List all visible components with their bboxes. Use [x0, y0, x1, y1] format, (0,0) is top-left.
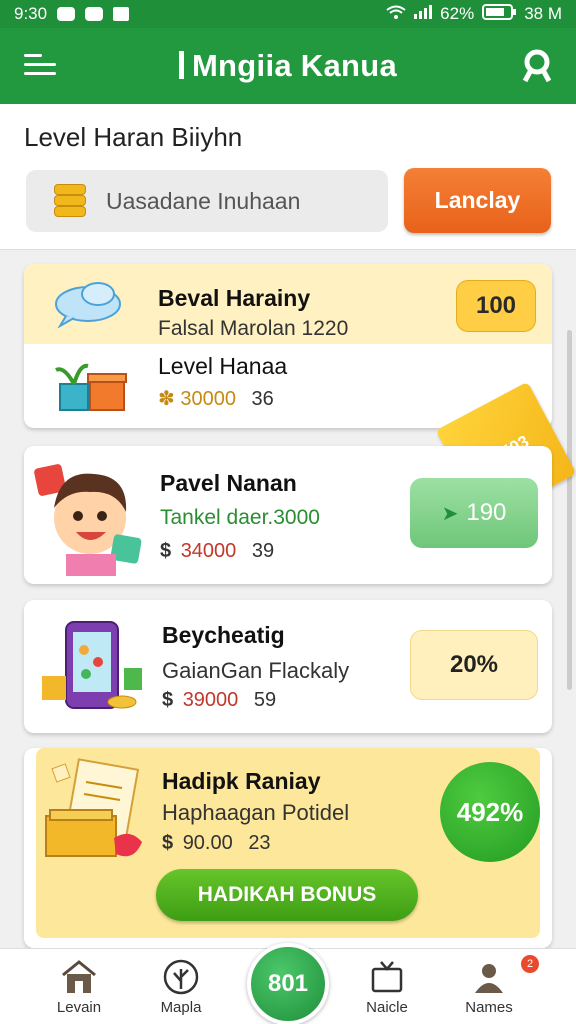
nav-label: Levain	[56, 999, 102, 1016]
mail-icon	[113, 7, 130, 21]
app-bar: Mngiia Kanua	[0, 28, 576, 104]
wifi-icon	[386, 4, 406, 24]
home-icon	[61, 959, 97, 995]
card-badge[interactable]: 100	[456, 280, 536, 332]
card-title: Pavel Nanan	[160, 470, 297, 496]
card-price: 39000	[182, 689, 239, 711]
leaf-icon	[163, 959, 199, 995]
cloud-icon	[52, 276, 124, 333]
dollar-icon: $	[162, 832, 174, 854]
nav-item-naicle[interactable]: Naicle	[342, 959, 432, 1016]
offer-card[interactable]: Pavel Nanan Tankel daer.3000 $ 34000 39 …	[24, 446, 552, 584]
bottom-nav: Levain Mapla 801 Naicle 2 Names	[0, 943, 576, 1024]
card-badge-value: 190	[466, 499, 507, 526]
phone-icon	[38, 616, 144, 721]
person-icon: 2	[471, 955, 539, 995]
card-price-extra: 39	[251, 540, 275, 562]
offer-card[interactable]: Beycheatig GaianGan Flackaly $ 39000 59 …	[24, 600, 552, 733]
user-icon[interactable]	[520, 48, 554, 83]
scrollbar[interactable]	[567, 330, 572, 690]
tv-icon	[369, 959, 405, 995]
signal-icon	[414, 4, 433, 24]
nav-label: Naicle	[366, 999, 408, 1016]
center-action-button[interactable]: 801	[247, 943, 329, 1024]
hamburger-icon[interactable]	[24, 54, 56, 80]
card-line-title: Level Hanaa	[158, 353, 288, 379]
arrow-icon: ➤	[441, 502, 459, 525]
treasure-scroll-icon	[42, 758, 152, 873]
bonus-button[interactable]: HADIKAH BONUS	[156, 869, 418, 921]
nav-label: Names	[465, 999, 513, 1016]
dollar-icon: $	[160, 540, 172, 562]
status-time: 9:30	[14, 4, 48, 23]
card-price: 90.00	[182, 832, 233, 854]
card-title: Beycheatig	[162, 622, 285, 648]
card-price-extra: 59	[253, 689, 277, 711]
kid-avatar-icon	[32, 456, 152, 581]
card-badge[interactable]: 20%	[410, 630, 538, 700]
search-input[interactable]: Uasadane Inuhaan	[26, 170, 388, 232]
nav-item-mapla[interactable]: Mapla	[136, 959, 226, 1016]
level-title: Level Haran Biiyhn	[24, 122, 243, 152]
card-title: Hadipk Raniay	[162, 768, 321, 794]
dollar-icon: $	[162, 689, 174, 711]
status-bar: 9:30 62% 38 M	[0, 0, 576, 28]
app-title: Mngiia Kanua	[179, 48, 397, 84]
card-subtitle: GaianGan Flackaly	[162, 658, 350, 683]
level-section: Level Haran Biiyhn Uasadane Inuhaan Lanc…	[0, 104, 576, 250]
battery-percent: 62%	[440, 4, 475, 23]
card-price: 30000	[180, 388, 236, 410]
search-value: Uasadane Inuhaan	[106, 187, 301, 214]
launch-button[interactable]: Lanclay	[404, 168, 551, 233]
notification-badge: 2	[521, 955, 539, 973]
plant-gift-icon	[52, 356, 128, 417]
card-subtitle: Haphaagan Potidel	[162, 800, 350, 825]
percent-badge[interactable]: 492%	[440, 762, 540, 862]
offer-card[interactable]: Beval Harainy Falsal Marolan 1220 100 Le…	[24, 264, 552, 428]
card-badge[interactable]: ➤ 190	[410, 478, 538, 548]
card-price-extra: 23	[248, 832, 271, 854]
coins-icon	[52, 184, 88, 218]
card-subtitle: Tankel daer.3000	[160, 506, 320, 529]
star-icon: ✽	[158, 388, 175, 410]
message-icon	[85, 7, 104, 21]
card-price-extra: 36	[251, 388, 274, 410]
nav-item-names[interactable]: 2 Names	[444, 955, 539, 1016]
network-speed: 38 M	[524, 4, 562, 23]
card-subtitle: Falsal Marolan 1220	[158, 317, 349, 340]
bonus-card[interactable]: Hadipk Raniay Haphaagan Potidel $ 90.00 …	[24, 748, 552, 948]
card-title: Beval Harainy	[158, 285, 311, 311]
card-price: 34000	[180, 540, 237, 562]
nav-label: Mapla	[160, 999, 202, 1016]
nav-item-levain[interactable]: Levain	[34, 959, 124, 1016]
battery-icon	[482, 3, 517, 25]
notification-icon	[57, 7, 76, 21]
